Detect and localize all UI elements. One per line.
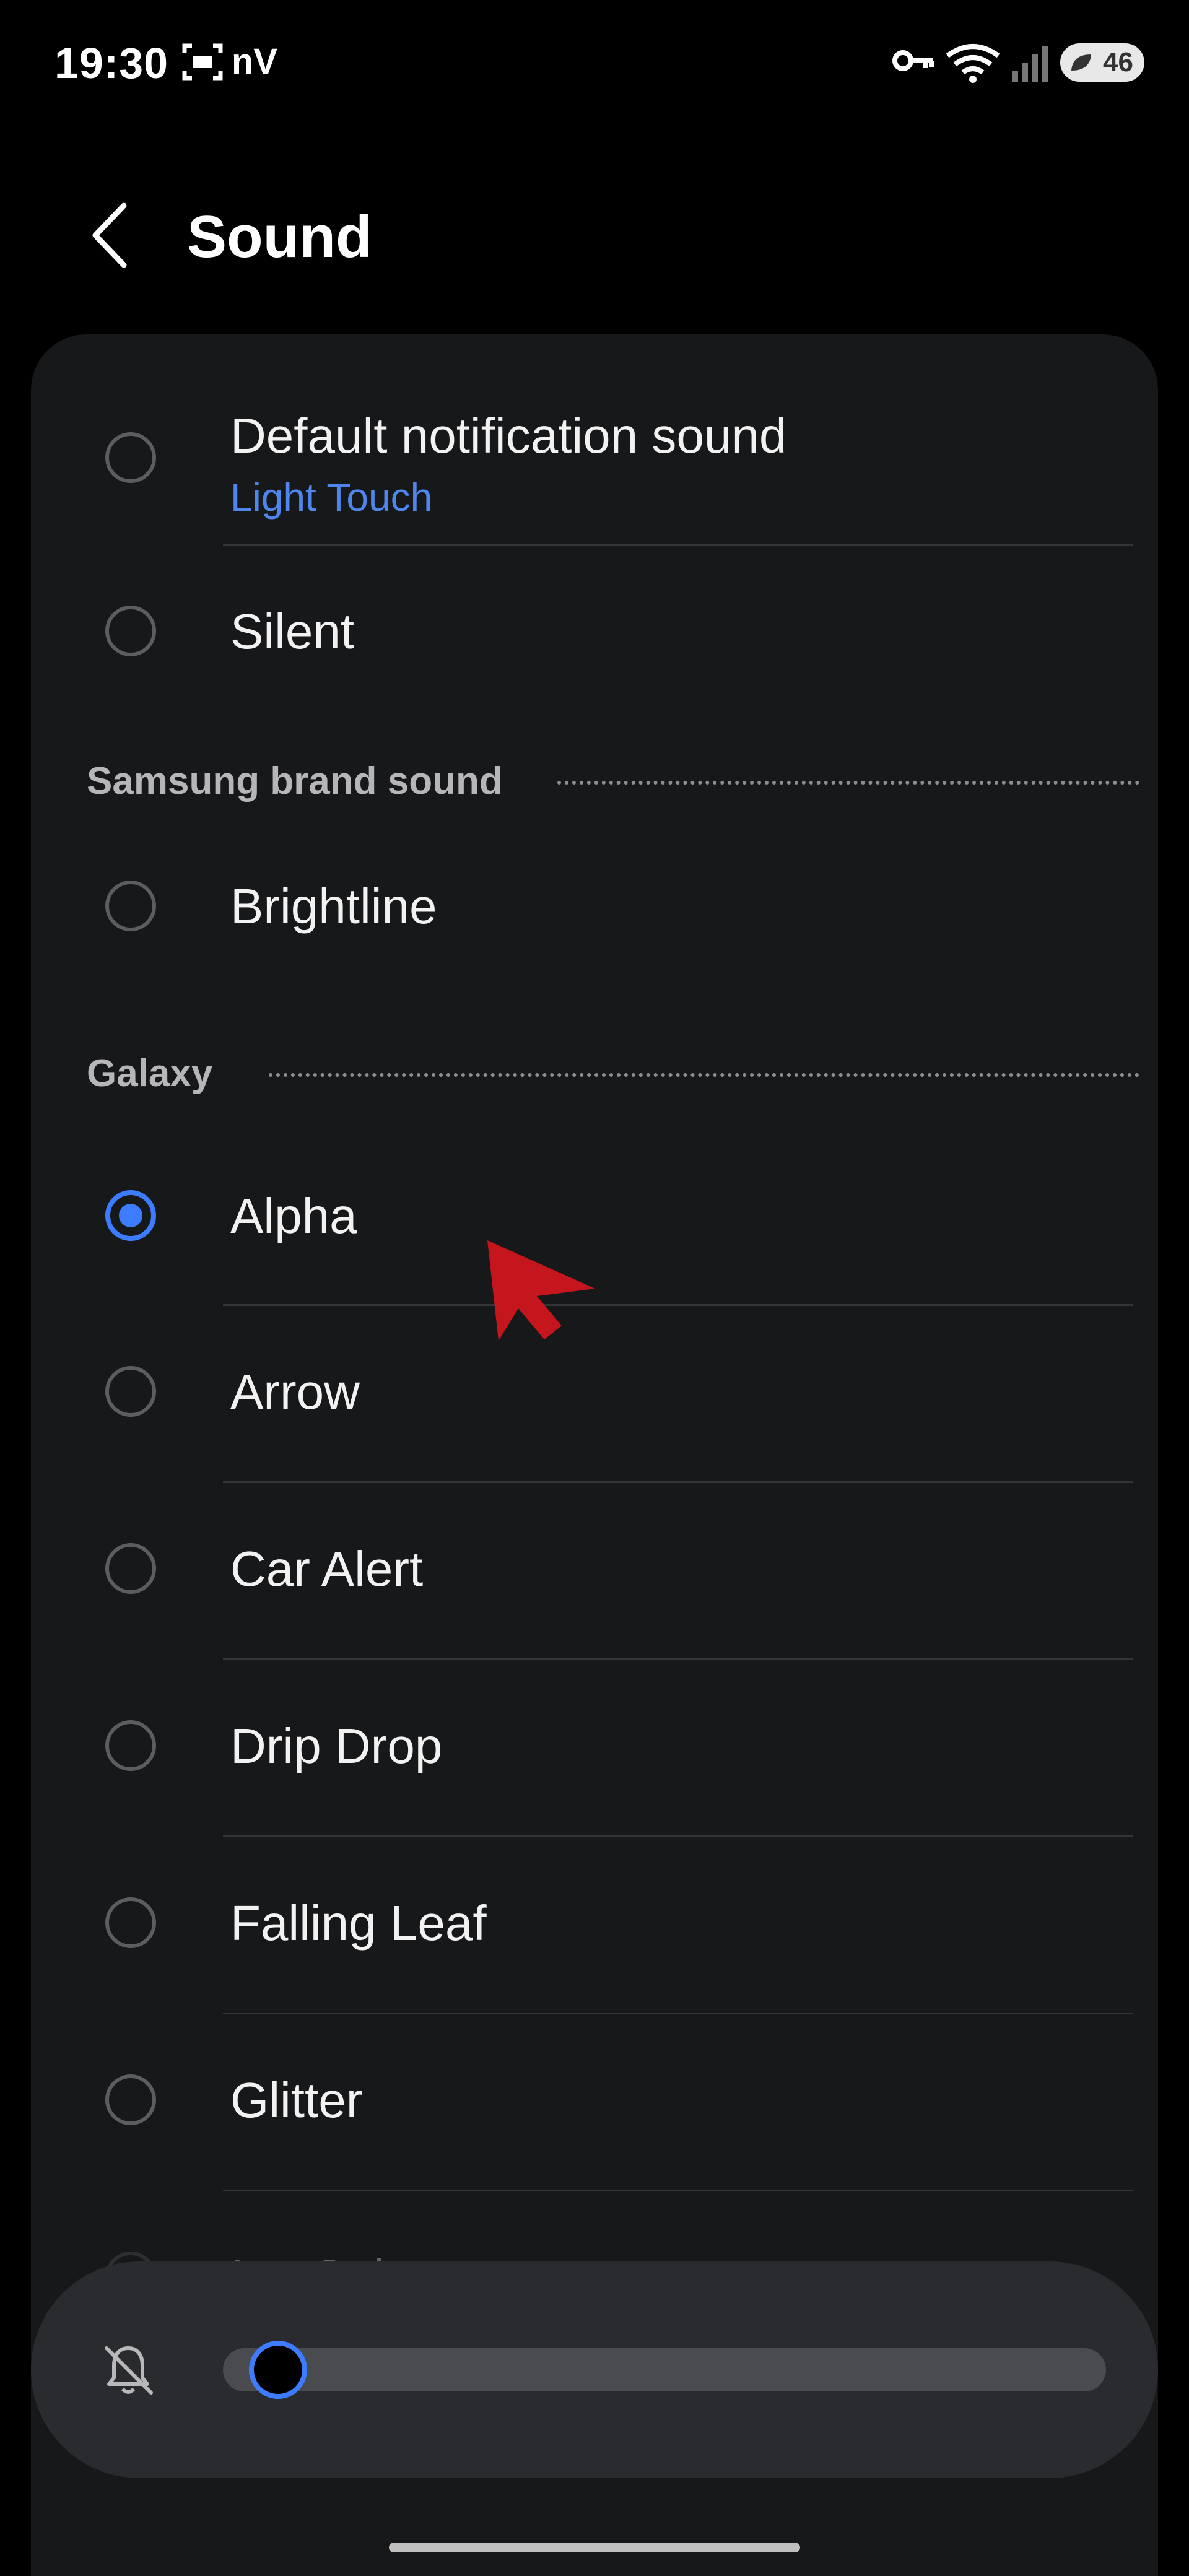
volume-panel: [31, 2261, 1158, 2478]
list-item-label: Falling Leaf: [230, 1895, 487, 1951]
divider: [223, 1658, 1133, 1660]
status-time: 19:30: [54, 39, 169, 87]
bell-muted-icon[interactable]: [99, 2341, 157, 2399]
list-item-label: Silent: [230, 604, 355, 659]
radio-button[interactable]: [105, 1720, 156, 1771]
list-item-default-notification-sound[interactable]: Default notification sound Light Touch: [31, 372, 1158, 545]
list-item-label: Default notification sound: [230, 408, 787, 463]
list-item-label: Brightline: [230, 879, 437, 934]
sound-list-card: Default notification sound Light Touch S…: [31, 334, 1158, 2576]
divider: [223, 1304, 1133, 1306]
list-item-falling-leaf[interactable]: Falling Leaf: [31, 1838, 1158, 2014]
list-item-label: Car Alert: [230, 1541, 424, 1596]
volume-slider-track[interactable]: [223, 2348, 1106, 2391]
radio-button[interactable]: [105, 1366, 156, 1417]
status-bar: 19:30 nV 46: [0, 0, 1189, 124]
list-item-label: Arrow: [230, 1364, 360, 1419]
carrier-label: nV: [232, 41, 278, 82]
section-divider: [557, 781, 1139, 785]
divider: [223, 1835, 1133, 1837]
divider: [223, 2190, 1133, 2191]
radio-button[interactable]: [105, 432, 156, 483]
key-icon: [892, 50, 934, 71]
list-item-label: Alpha: [230, 1188, 357, 1243]
radio-button[interactable]: [105, 606, 156, 656]
list-item-label: Glitter: [230, 2073, 363, 2128]
section-title-galaxy: Galaxy: [87, 1052, 213, 1095]
page-title: Sound: [187, 204, 372, 270]
radio-button-selected[interactable]: [105, 1190, 156, 1241]
section-title-samsung-brand-sound: Samsung brand sound: [87, 760, 503, 803]
section-divider: [269, 1073, 1139, 1077]
list-item-silent[interactable]: Silent: [31, 546, 1158, 707]
divider: [223, 1481, 1133, 1483]
radio-button[interactable]: [105, 2074, 156, 2125]
wifi-icon: [946, 44, 1000, 83]
battery-level: 46: [1103, 47, 1133, 77]
divider: [223, 544, 1133, 546]
radio-button[interactable]: [105, 1543, 156, 1594]
chevron-left-icon[interactable]: [81, 198, 136, 272]
list-item-sublabel: Light Touch: [230, 475, 433, 520]
battery-icon: 46: [1060, 43, 1144, 82]
screenshot-icon: [182, 43, 223, 80]
cursor-pointer-icon: [487, 1240, 595, 1341]
signal-icon: [1012, 46, 1048, 82]
home-indicator[interactable]: [389, 2543, 800, 2552]
divider: [223, 2012, 1133, 2014]
radio-button[interactable]: [105, 881, 156, 931]
list-item-brightline[interactable]: Brightline: [31, 824, 1158, 1003]
power-saving-leaf-icon: [1071, 54, 1091, 71]
list-item-label: Drip Drop: [230, 1718, 443, 1773]
list-item-glitter[interactable]: Glitter: [31, 2015, 1158, 2191]
list-item-drip-drop[interactable]: Drip Drop: [31, 1661, 1158, 1837]
radio-button[interactable]: [105, 1897, 156, 1948]
list-item-car-alert[interactable]: Car Alert: [31, 1484, 1158, 1660]
volume-slider-thumb[interactable]: [249, 2341, 307, 2399]
